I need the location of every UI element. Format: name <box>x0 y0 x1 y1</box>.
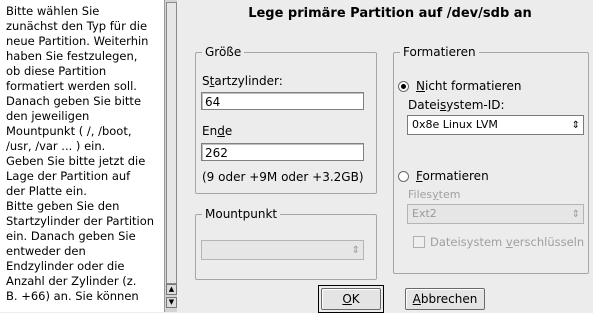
start-cylinder-label: Startzylinder: <box>202 74 283 88</box>
scroll-up-arrow-icon[interactable]: ▲ <box>166 284 177 295</box>
do-format-radio[interactable] <box>398 171 409 182</box>
fsid-label: Dateisystem-ID: <box>408 98 505 112</box>
scrollbar-thumb[interactable] <box>166 2 177 284</box>
size-legend: Größe <box>202 45 245 59</box>
help-scrollbar[interactable]: ▲ ▼ <box>164 0 177 312</box>
filesystem-combobox[interactable]: Ext2 ⇕ <box>407 204 584 224</box>
ok-button[interactable]: OK <box>321 288 381 310</box>
start-cylinder-input[interactable]: 64 <box>201 92 364 110</box>
format-legend: Formatieren <box>400 45 479 59</box>
encrypt-label[interactable]: Dateisystem verschlüsseln <box>430 235 584 249</box>
mountpoint-combobox[interactable]: ⇕ <box>201 240 364 260</box>
end-cylinder-label: Ende <box>202 124 233 138</box>
help-panel: Bitte wählen Sie zunächst den Typ für di… <box>0 0 177 312</box>
combo-arrow-icon: ⇕ <box>571 120 580 131</box>
combo-arrow-icon: ⇕ <box>351 245 360 256</box>
fsid-combobox[interactable]: 0x8e Linux LVM ⇕ <box>407 115 584 135</box>
end-cylinder-input[interactable]: 262 <box>201 143 364 161</box>
mountpoint-legend: Mountpunkt <box>202 207 281 221</box>
help-text: Bitte wählen Sie zunächst den Typ für di… <box>6 4 155 303</box>
no-format-label[interactable]: Nicht formatieren <box>416 79 521 93</box>
combo-arrow-icon: ⇕ <box>571 209 580 220</box>
encrypt-checkbox[interactable] <box>413 236 425 248</box>
size-hint: (9 oder +9M oder +3.2GB) <box>202 170 364 184</box>
scroll-down-arrow-icon[interactable]: ▼ <box>166 297 177 308</box>
do-format-label[interactable]: Formatieren <box>416 169 489 183</box>
dialog-title: Lege primäre Partition auf /dev/sdb an <box>248 6 532 21</box>
cancel-button[interactable]: Abbrechen <box>405 288 485 310</box>
no-format-radio[interactable] <box>398 81 409 92</box>
filesystem-label: Filesytem <box>408 188 461 201</box>
